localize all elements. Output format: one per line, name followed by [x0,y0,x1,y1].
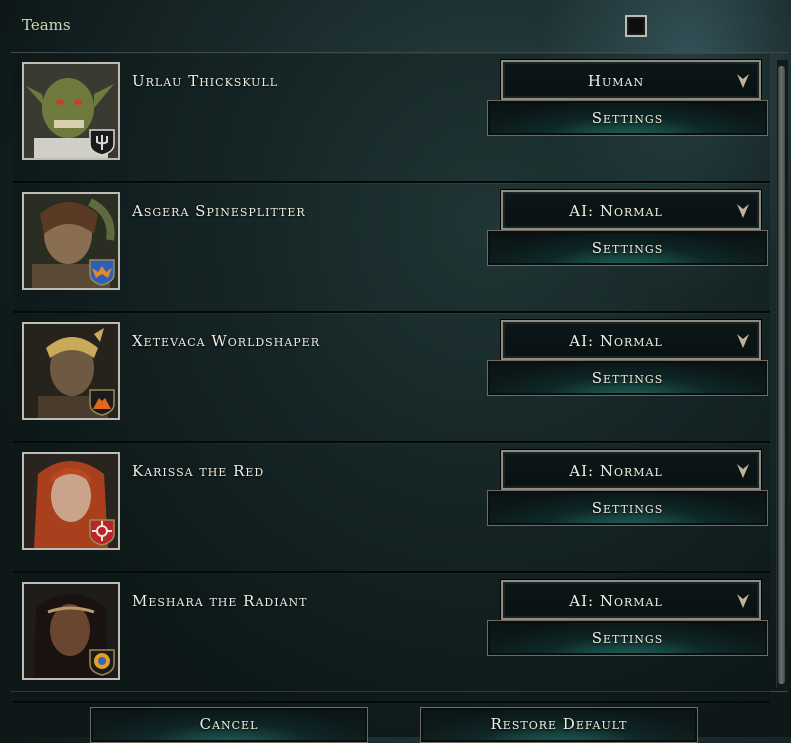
player-portrait[interactable] [22,582,120,680]
player-portrait[interactable] [22,452,120,550]
cancel-button-label: Cancel [199,715,259,733]
restore-default-button-label: Restore Default [490,715,628,733]
chevron-down-icon [737,74,749,88]
player-row: Asgera Spinesplitter AI: Normal Settings [13,184,770,313]
player-name: Urlau Thickskull [132,72,279,90]
controller-dropdown[interactable]: AI: Normal [501,580,761,620]
player-name: Karissa the Red [132,462,265,480]
chevron-down-icon [737,464,749,478]
controller-dropdown[interactable]: AI: Normal [501,190,761,230]
player-name: Meshara the Radiant [132,592,308,610]
settings-button-label: Settings [591,629,664,647]
teams-label: Teams [22,16,71,34]
controller-value: AI: Normal [569,202,663,220]
teams-checkbox[interactable] [625,15,647,37]
controller-dropdown[interactable]: Human [501,60,761,100]
player-name: Asgera Spinesplitter [132,202,306,220]
controller-value: AI: Normal [569,592,663,610]
compass-star-icon [89,519,115,546]
settings-button-label: Settings [591,239,664,257]
sun-icon [89,649,115,676]
player-name: Xetevaca Worldshaper [132,332,320,350]
controller-value: Human [587,72,645,90]
player-portrait[interactable] [22,192,120,290]
settings-button[interactable]: Settings [487,100,768,136]
settings-button[interactable]: Settings [487,490,768,526]
controller-dropdown[interactable]: AI: Normal [501,450,761,490]
controller-value: AI: Normal [569,462,663,480]
controller-value: AI: Normal [569,332,663,350]
player-row: Xetevaca Worldshaper AI: Normal Settings [13,314,770,443]
player-row: Urlau Thickskull Human Settings [13,54,770,183]
settings-button[interactable]: Settings [487,620,768,656]
settings-button-label: Settings [591,499,664,517]
chevron-down-icon [737,334,749,348]
trident-icon [89,129,115,156]
settings-button[interactable]: Settings [487,360,768,396]
scrollbar-thumb[interactable] [778,66,785,684]
bat-wing-icon [89,259,115,286]
controller-dropdown[interactable]: AI: Normal [501,320,761,360]
cancel-button[interactable]: Cancel [90,707,368,743]
volcano-icon [89,389,115,416]
restore-default-button[interactable]: Restore Default [420,707,698,743]
player-portrait[interactable] [22,322,120,420]
settings-button[interactable]: Settings [487,230,768,266]
settings-button-label: Settings [591,369,664,387]
player-portrait[interactable] [22,62,120,160]
chevron-down-icon [737,204,749,218]
settings-button-label: Settings [591,109,664,127]
chevron-down-icon [737,594,749,608]
player-row: Karissa the Red AI: Normal Settings [13,444,770,573]
player-row: Meshara the Radiant AI: Normal Settings [13,574,770,703]
